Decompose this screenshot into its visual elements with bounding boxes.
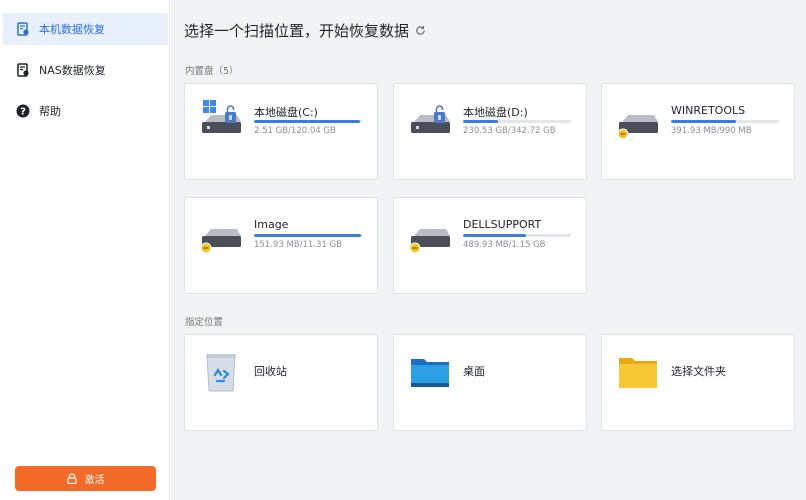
locked-drive-icon	[408, 98, 452, 142]
location-name: 选择文件夹	[671, 365, 726, 378]
usage-bar	[463, 234, 571, 237]
svg-text:?: ?	[20, 107, 26, 118]
usage-bar	[254, 234, 362, 237]
page-title-row: 选择一个扫描位置，开始恢复数据	[184, 20, 427, 41]
drive-name: Image	[254, 218, 289, 231]
custom-location-section-label: 指定位置	[185, 317, 224, 328]
drive-card-d[interactable]: 本地磁盘(D:) 230.53 GB/342.72 GB	[393, 83, 587, 180]
drive-size: 2.51 GB/120.04 GB	[254, 126, 336, 136]
page-title: 选择一个扫描位置，开始恢复数据	[184, 22, 410, 40]
drive-name: WINRETOOLS	[671, 104, 746, 117]
sidebar-item-nas-recovery[interactable]: NAS数据恢复	[3, 54, 168, 86]
drive-icon	[408, 212, 452, 256]
drive-name: 本地磁盘(C:)	[254, 106, 318, 119]
drive-icon	[616, 98, 660, 142]
drive-icon	[199, 212, 243, 256]
usage-bar-fill	[671, 120, 736, 123]
drive-card-c[interactable]: 本地磁盘(C:) 2.51 GB/120.04 GB	[184, 83, 378, 180]
usage-bar-fill	[254, 120, 360, 123]
location-card-recycle-bin[interactable]: 回收站	[184, 334, 378, 431]
sidebar-item-label: NAS数据恢复	[39, 64, 106, 77]
drive-name: DELLSUPPORT	[463, 218, 542, 231]
drive-card-image[interactable]: Image 151.93 MB/11.31 GB	[184, 197, 378, 294]
folder-icon	[616, 351, 660, 395]
drive-card-winretools[interactable]: WINRETOOLS 391.93 MB/990 MB	[601, 83, 795, 180]
local-recovery-icon	[15, 21, 31, 37]
drive-size: 230.53 GB/342.72 GB	[463, 126, 556, 136]
lock-icon	[66, 473, 77, 484]
drive-size: 151.93 MB/11.31 GB	[254, 240, 342, 250]
windows-system-drive-icon	[199, 98, 243, 142]
location-card-select-folder[interactable]: 选择文件夹	[601, 334, 795, 431]
sidebar-item-local-recovery[interactable]: 本机数据恢复	[3, 13, 168, 45]
drive-size: 489.93 MB/1.15 GB	[463, 240, 546, 250]
location-name: 回收站	[254, 365, 287, 378]
builtin-drives-section-label: 内置盘（5）	[185, 66, 239, 77]
activate-label: 激活	[84, 475, 105, 486]
usage-bar-fill	[463, 234, 526, 237]
location-name: 桌面	[463, 365, 485, 378]
sidebar-item-label: 帮助	[39, 105, 61, 118]
sidebar-item-label: 本机数据恢复	[39, 23, 105, 36]
nas-icon	[15, 62, 31, 78]
drive-size: 391.93 MB/990 MB	[671, 126, 752, 136]
usage-bar	[671, 120, 779, 123]
activate-button[interactable]: 激活	[15, 466, 156, 491]
usage-bar	[254, 120, 362, 123]
usage-bar-fill	[254, 234, 361, 237]
drive-card-dellsupport[interactable]: DELLSUPPORT 489.93 MB/1.15 GB	[393, 197, 587, 294]
refresh-icon[interactable]	[415, 25, 427, 37]
drive-name: 本地磁盘(D:)	[463, 106, 528, 119]
location-card-desktop[interactable]: 桌面	[393, 334, 587, 431]
desktop-folder-icon	[408, 351, 452, 395]
sidebar: 本机数据恢复 NAS数据恢复 ? 帮助 激活	[0, 0, 170, 500]
recycle-bin-icon	[199, 351, 243, 395]
main-panel: 选择一个扫描位置，开始恢复数据 内置盘（5） 本地磁盘(C:) 2.51 GB/…	[171, 0, 806, 500]
sidebar-item-help[interactable]: ? 帮助	[3, 95, 168, 127]
help-icon: ?	[15, 103, 31, 119]
usage-bar-fill	[463, 120, 498, 123]
usage-bar	[463, 120, 571, 123]
